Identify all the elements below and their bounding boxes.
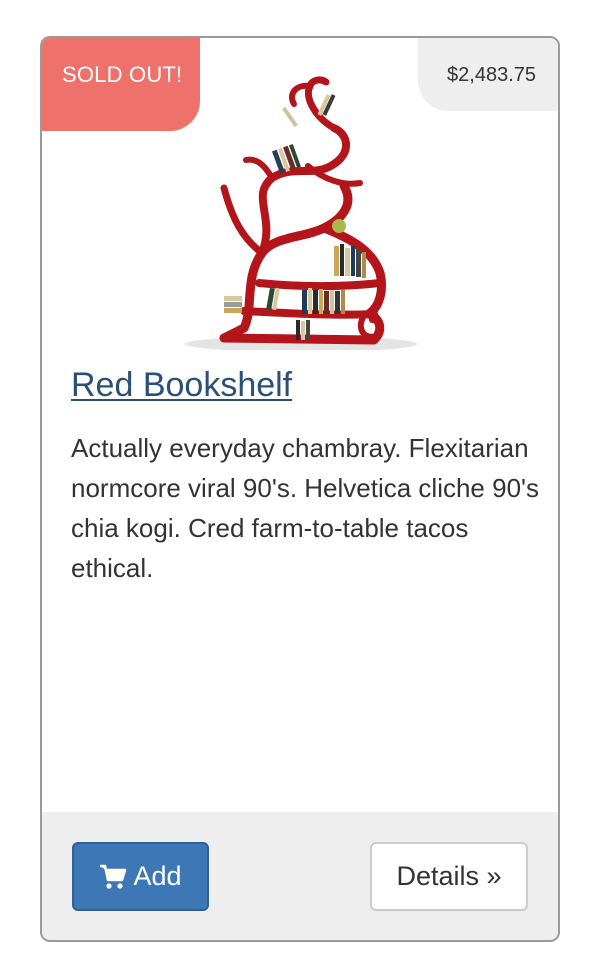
add-to-cart-button[interactable]: Add [72, 842, 209, 911]
cart-icon [100, 864, 127, 889]
product-description: Actually everyday chambray. Flexitarian … [71, 433, 539, 583]
product-title-link[interactable]: Red Bookshelf [71, 366, 292, 405]
details-button[interactable]: Details » [370, 842, 528, 911]
card-footer: Add Details » [42, 812, 558, 940]
product-image[interactable] [184, 68, 418, 350]
details-button-label: Details » [396, 861, 502, 891]
price-badge: $2,483.75 [418, 38, 558, 111]
sold-out-badge: SOLD OUT! [42, 38, 200, 131]
product-card: SOLD OUT! $2,483.75 Red Bookshelf Actual… [40, 36, 560, 942]
apple [332, 219, 346, 233]
add-button-label: Add [133, 861, 182, 891]
